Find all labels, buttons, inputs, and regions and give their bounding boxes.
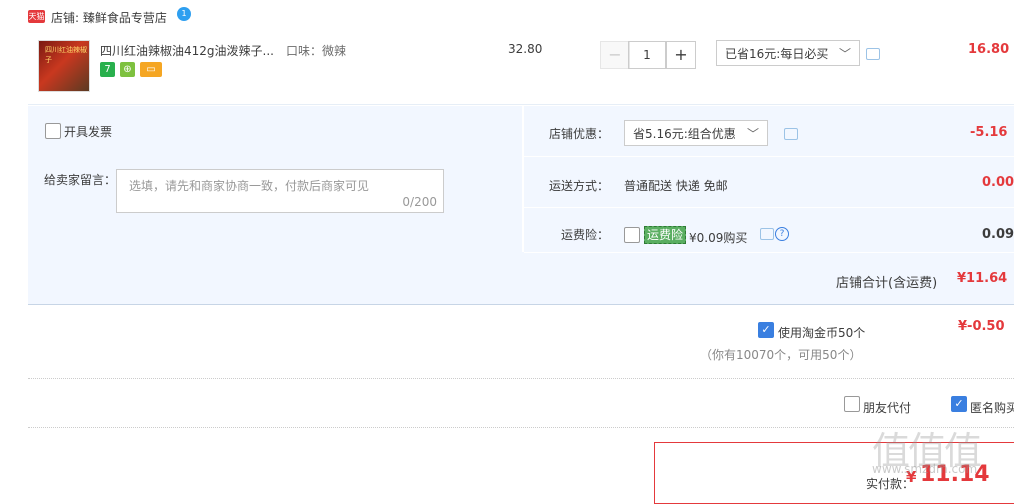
quantity-input[interactable]: 1: [628, 41, 666, 69]
shop-chat-icon[interactable]: 1: [177, 7, 191, 21]
watermark-site: www.smzdm.com: [872, 462, 978, 476]
insurance-label: 运费险：: [561, 228, 610, 242]
coins-note: （你有10070个，可用50个）: [700, 348, 862, 362]
shop-total-amount: ¥11.64: [957, 271, 1008, 286]
coins-checkbox[interactable]: ✓: [758, 322, 774, 338]
chevron-down-icon: ﹀: [746, 127, 759, 141]
seller-message-input[interactable]: 选填，请先和商家协商一致，付款后商家可见 0/200: [116, 169, 444, 213]
insurance-checkbox[interactable]: [624, 227, 640, 243]
insurance-tag: 运费险: [644, 226, 687, 244]
invoice-checkbox[interactable]: [45, 123, 61, 139]
invoice-label[interactable]: 开具发票: [64, 123, 112, 140]
coins-label[interactable]: 使用淘金币50个: [778, 324, 865, 341]
friend-pay-label[interactable]: 朋友代付: [863, 399, 911, 416]
shop-discount-select-value: 省5.16元:组合优惠: [633, 127, 736, 141]
quantity-decrease-button[interactable]: −: [600, 41, 630, 69]
product-thumbnail[interactable]: 四川红油辣椒子: [38, 40, 90, 92]
unit-price: 32.80: [508, 42, 543, 56]
shop-total-label: 店铺合计(含运费): [836, 276, 938, 291]
coins-amount: ¥-0.50: [958, 319, 1005, 334]
shop-discount-label: 店铺优惠：: [549, 127, 610, 141]
insurance-message-icon[interactable]: [760, 228, 774, 240]
item-promo-select[interactable]: 已省16元:每日必买 ﹀: [716, 40, 860, 66]
guarantee-icon: ⊕: [120, 62, 135, 77]
anonymous-checkbox[interactable]: ✓: [951, 396, 967, 412]
product-sku: 口味：微辣: [286, 44, 347, 58]
shop-name[interactable]: 店铺: 臻鲜食品专营店: [51, 9, 167, 26]
promo-message-icon[interactable]: [866, 48, 880, 60]
quantity-increase-button[interactable]: +: [666, 41, 696, 69]
shipping-amount: 0.00: [982, 175, 1014, 190]
shipping-method: 普通配送 快递 免邮: [624, 179, 728, 193]
anonymous-label[interactable]: 匿名购买: [970, 399, 1014, 416]
discount-message-icon[interactable]: [784, 128, 798, 140]
message-counter: 0/200: [402, 195, 437, 209]
message-placeholder: 选填，请先和商家协商一致，付款后商家可见: [129, 179, 370, 193]
message-label: 给卖家留言：: [44, 173, 117, 187]
friend-pay-checkbox[interactable]: [844, 396, 860, 412]
shop-header: [28, 0, 1014, 32]
item-subtotal: 16.80: [968, 42, 1010, 57]
product-title-link[interactable]: 四川红油辣椒油412g油泼辣子...: [100, 42, 274, 59]
insurance-price: ¥0.09购买: [689, 231, 748, 245]
tmall-logo-icon: 天猫: [28, 10, 45, 23]
shipping-label: 运送方式：: [549, 179, 610, 193]
shop-discount-amount: -5.16: [970, 125, 1008, 140]
help-icon[interactable]: ?: [775, 227, 789, 241]
credit-card-icon: ▭: [140, 62, 162, 77]
insurance-amount: 0.09: [982, 227, 1014, 242]
coins-row: [28, 305, 1014, 379]
seven-day-return-icon: 7: [100, 62, 115, 77]
shop-discount-select[interactable]: 省5.16元:组合优惠 ﹀: [624, 120, 768, 146]
thumbnail-text: 四川红油辣椒子: [45, 46, 87, 64]
item-promo-select-value: 已省16元:每日必买: [725, 47, 829, 61]
chevron-down-icon: ﹀: [838, 47, 851, 61]
